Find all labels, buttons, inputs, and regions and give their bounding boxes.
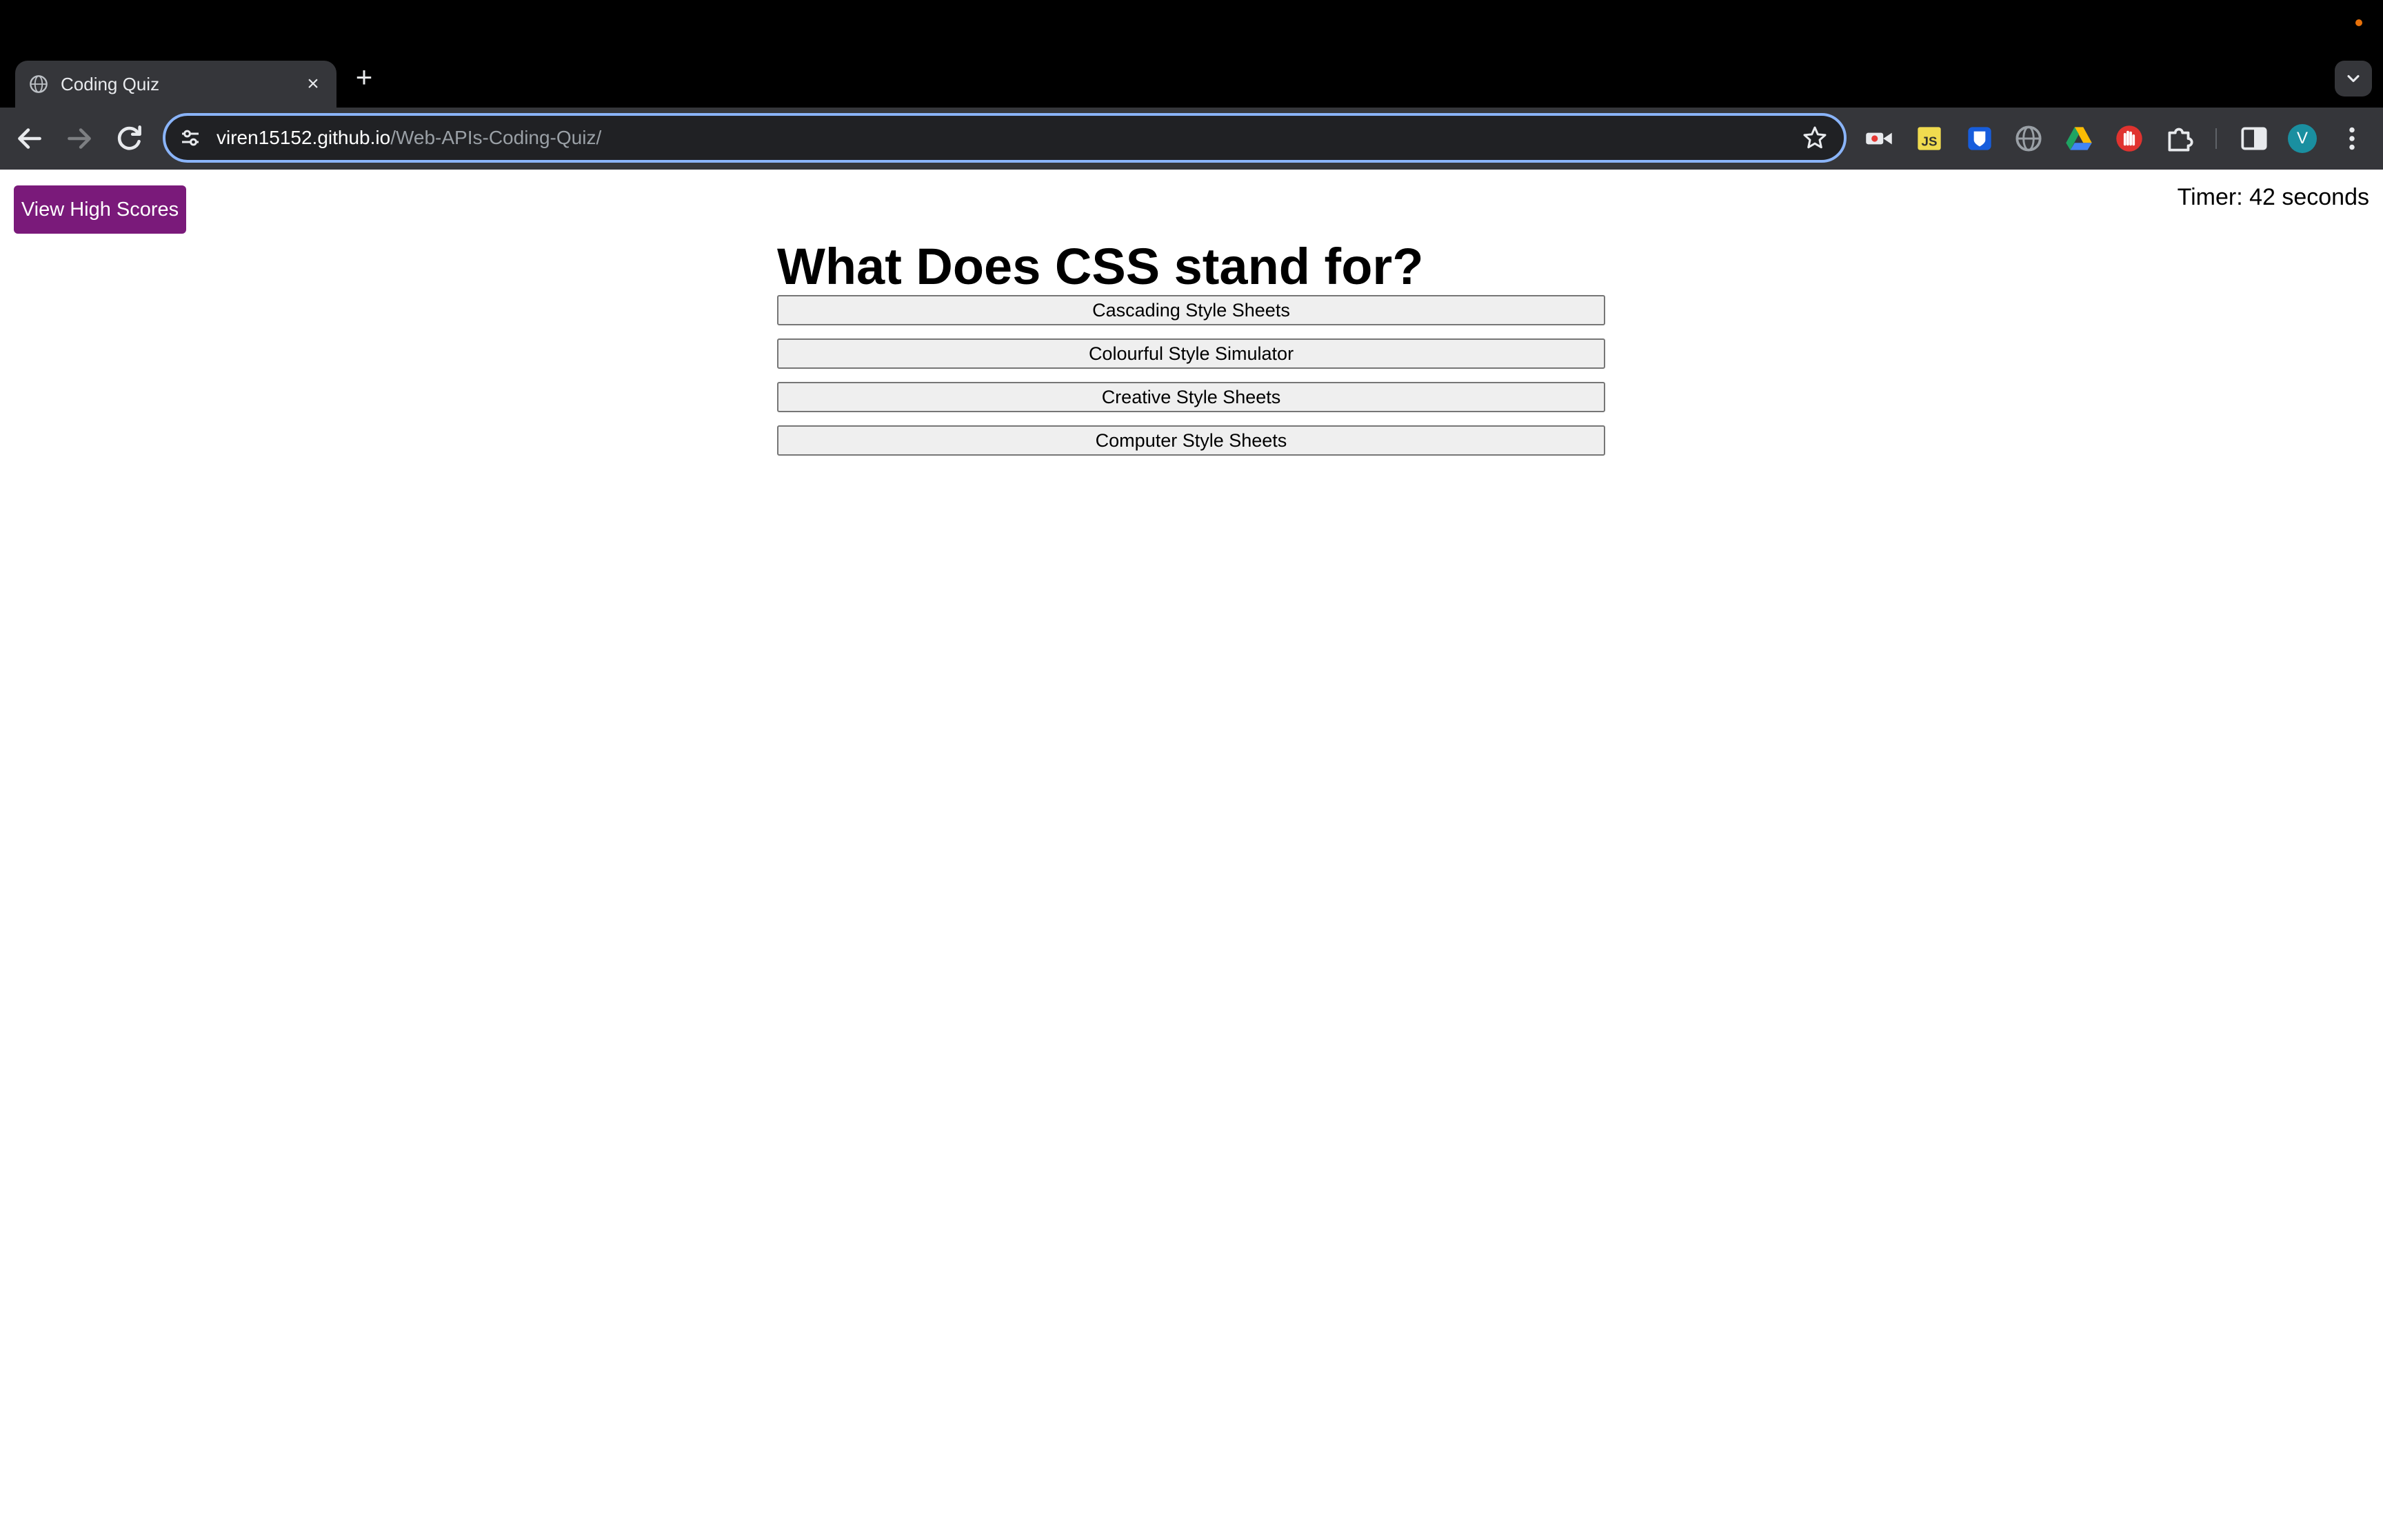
answer-button-2[interactable]: Colourful Style Simulator — [777, 338, 1605, 369]
profile-avatar[interactable]: V — [2288, 124, 2317, 153]
url-text[interactable]: viren15152.github.io/Web-APIs-Coding-Qui… — [217, 116, 601, 160]
puzzle-piece-icon[interactable] — [2162, 121, 2197, 156]
answer-button-4[interactable]: Computer Style Sheets — [777, 425, 1605, 456]
site-settings-icon[interactable] — [178, 125, 203, 150]
globe-icon — [30, 75, 48, 93]
red-hand-icon[interactable] — [2112, 121, 2146, 156]
forward-arrow-icon[interactable] — [62, 121, 97, 156]
url-host: viren15152.github.io — [217, 127, 391, 148]
screen-recorder-icon[interactable] — [1862, 121, 1896, 156]
google-drive-icon[interactable] — [2062, 121, 2096, 156]
quiz-container: What Does CSS stand for? Cascading Style… — [777, 232, 1605, 456]
tab-search-button[interactable] — [2335, 61, 2372, 97]
svg-text:JS: JS — [1922, 134, 1938, 148]
js-icon[interactable]: JS — [1912, 121, 1947, 156]
toolbar-separator — [2215, 128, 2217, 149]
bitwarden-icon[interactable] — [1962, 121, 1997, 156]
recording-indicator-dot — [2355, 19, 2362, 26]
side-panel-icon[interactable] — [2237, 121, 2271, 156]
globe-icon[interactable] — [2011, 121, 2046, 156]
answer-button-1[interactable]: Cascading Style Sheets — [777, 295, 1605, 325]
bookmark-star-icon[interactable] — [1801, 124, 1829, 152]
back-arrow-icon[interactable] — [12, 121, 47, 156]
new-tab-button[interactable]: + — [349, 62, 379, 92]
answer-list: Cascading Style Sheets Colourful Style S… — [777, 295, 1605, 469]
url-path: /Web-APIs-Coding-Quiz/ — [390, 127, 602, 148]
browser-toolbar: viren15152.github.io/Web-APIs-Coding-Qui… — [0, 108, 2383, 170]
more-menu-icon[interactable] — [2335, 121, 2369, 156]
browser-tab-strip: Coding Quiz × + — [0, 0, 2383, 108]
browser-tab-coding-quiz[interactable]: Coding Quiz × — [15, 61, 336, 108]
answer-button-3[interactable]: Creative Style Sheets — [777, 382, 1605, 412]
address-bar[interactable]: viren15152.github.io/Web-APIs-Coding-Qui… — [163, 113, 1847, 163]
view-high-scores-button[interactable]: View High Scores — [14, 185, 186, 234]
timer-text: Timer: 42 seconds — [2177, 184, 2369, 210]
tab-close-icon[interactable]: × — [299, 70, 327, 98]
tab-title: Coding Quiz — [61, 74, 160, 94]
question-heading: What Does CSS stand for? — [777, 238, 1424, 295]
chevron-down-icon — [2347, 74, 2360, 83]
reload-icon[interactable] — [112, 121, 146, 156]
